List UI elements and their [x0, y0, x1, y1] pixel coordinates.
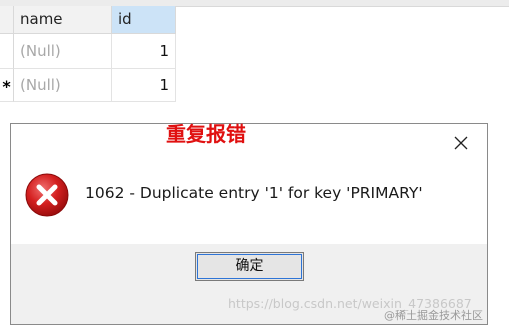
watermark-credit: @稀土掘金技术社区 — [384, 309, 483, 322]
table-cell-name[interactable]: (Null) — [14, 69, 112, 102]
table-cell-id[interactable]: 1 — [112, 69, 176, 102]
row-marker[interactable]: * — [0, 69, 14, 102]
error-icon — [25, 173, 69, 217]
error-message: 1062 - Duplicate entry '1' for key 'PRIM… — [85, 184, 423, 202]
error-dialog: 1062 - Duplicate entry '1' for key 'PRIM… — [10, 123, 488, 325]
ok-button[interactable]: 确定 — [195, 252, 304, 281]
column-header-name[interactable]: name — [14, 6, 112, 34]
corner-header — [0, 6, 14, 34]
close-icon — [454, 136, 468, 150]
data-grid: name id (Null) 1 * (Null) 1 — [0, 0, 509, 105]
close-button[interactable] — [451, 133, 471, 153]
dialog-titlebar — [11, 124, 487, 162]
column-header-id[interactable]: id — [112, 6, 176, 34]
row-marker[interactable] — [0, 34, 14, 69]
table-cell-id[interactable]: 1 — [112, 34, 176, 69]
message-area: 1062 - Duplicate entry '1' for key 'PRIM… — [11, 162, 487, 244]
table-cell-name[interactable]: (Null) — [14, 34, 112, 69]
annotation-label: 重复报错 — [166, 122, 246, 146]
